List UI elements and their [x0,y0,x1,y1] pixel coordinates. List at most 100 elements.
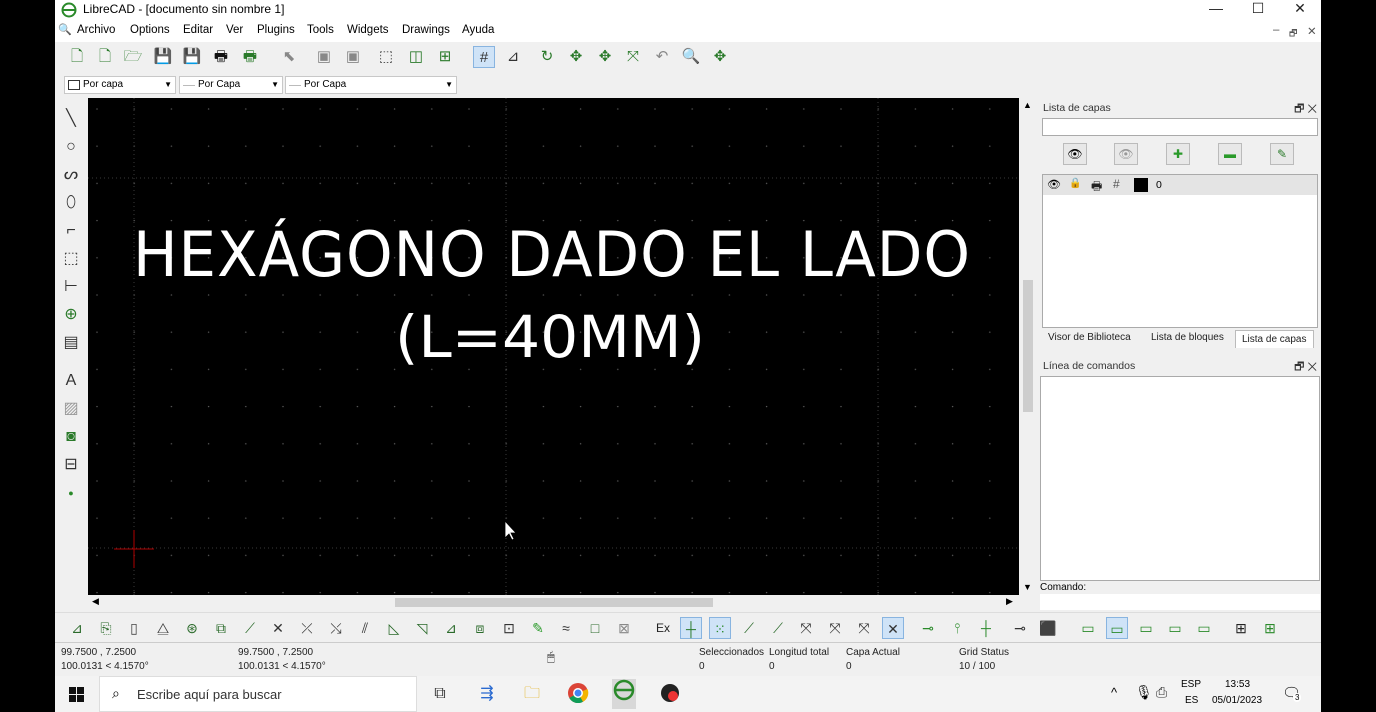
modify-trim2-icon[interactable]: ⤫ [296,617,318,639]
menu-options[interactable]: Options [130,24,170,36]
view-window3-icon[interactable]: ▭ [1164,617,1186,639]
modify-stretch-icon[interactable]: ⧈ [469,617,491,639]
menu-ver[interactable]: Ver [226,24,243,36]
image-tool-icon[interactable]: ◙ [60,426,82,448]
line-type-select[interactable]: Por Capa ▼ [285,76,457,94]
modify-scale-icon[interactable]: ▯ [123,617,145,639]
view-window4-icon[interactable]: ▭ [1193,617,1215,639]
view-window-active-icon[interactable]: ▭ [1106,617,1128,639]
snap-center-icon[interactable]: ⤧ [795,617,817,639]
tab-lista-capas[interactable]: Lista de capas [1235,330,1314,348]
command-input[interactable] [1040,594,1320,610]
tray-chevron-icon[interactable]: ^ [1111,685,1117,700]
view-window-icon[interactable]: ▭ [1077,617,1099,639]
keyboard-layout[interactable]: ES [1185,695,1198,706]
network-icon[interactable]: ⎙ [1156,684,1167,701]
layer-filter-input[interactable] [1042,118,1318,136]
snap-endpoint-icon[interactable]: ⟋ [738,617,760,639]
grid-toggle-icon[interactable]: # [473,46,495,68]
menu-ayuda[interactable]: Ayuda [462,24,494,36]
modify-explode-icon[interactable]: □ [584,617,606,639]
vertical-scroll-thumb[interactable] [1023,280,1033,412]
microphone-icon[interactable]: 🎙 [1135,684,1153,701]
draft-mode-icon[interactable]: ⊿ [502,46,524,68]
recording-app-icon[interactable] [658,682,682,706]
modify-explode-text-icon[interactable]: ≈ [555,617,577,639]
snap-intersection-icon[interactable]: ✕ [882,617,904,639]
scroll-left-icon[interactable]: ◀ [92,596,99,607]
zoom-previous-icon[interactable]: ↶ [651,46,673,68]
print-preview-icon[interactable]: 🖶 [239,46,261,68]
modify-move-rotate-icon[interactable]: ⧉ [210,617,232,639]
scroll-right-icon[interactable]: ▶ [1006,596,1013,607]
redo-icon[interactable]: ▣ [342,46,364,68]
scroll-up-icon[interactable]: ▲ [1023,100,1032,110]
clock-date[interactable]: 05/01/2023 [1212,695,1262,706]
info-tool-icon[interactable]: ▤ [60,332,82,354]
tab-lista-bloques[interactable]: Lista de bloques [1151,332,1224,343]
layer-row[interactable]: 👁 🔒 🖶 # 0 [1043,175,1317,195]
vertical-scrollbar[interactable]: ▲ ▼ [1019,98,1037,595]
mdi-minimize-button[interactable]: – [1273,24,1279,36]
hatch-tool-icon[interactable]: ▨ [60,398,82,420]
modify-attributes-icon[interactable]: ✎ [527,617,549,639]
modify-move-icon[interactable]: ⊿ [66,617,88,639]
color-select[interactable]: Por capa ▼ [64,76,176,94]
modify-bevel-icon[interactable]: ⟋ [239,617,261,639]
layer-visible-icon[interactable]: 👁 [1047,178,1061,191]
modify-round-icon[interactable]: ◹ [411,617,433,639]
dock-float-close-icons[interactable]: 🗗 ✕ [1294,358,1317,377]
lock-relative-zero-icon[interactable]: ⬛ [1037,617,1059,639]
view-window2-icon[interactable]: ▭ [1135,617,1157,639]
open-file-icon[interactable]: 🗁 [122,46,144,68]
horizontal-scroll-thumb[interactable] [395,598,713,607]
add-layer-bottom-icon[interactable]: ⊞ [1230,617,1252,639]
show-all-layers-icon[interactable]: 👁 [1063,143,1087,165]
select-tool-icon[interactable]: ⬚ [60,248,82,270]
librecad-taskbar-icon[interactable] [612,679,636,709]
redraw-icon[interactable]: ↻ [536,46,558,68]
layer-construction-icon[interactable]: # [1113,177,1120,191]
hide-all-layers-icon[interactable]: 👁 [1114,143,1138,165]
chrome-icon[interactable] [566,682,590,706]
relative-zero-icon[interactable]: ⊸ [1009,617,1031,639]
add-block-bottom-icon[interactable]: ⊞ [1259,617,1281,639]
add-layer-icon[interactable]: ✚ [1166,143,1190,165]
menu-drawings[interactable]: Drawings [402,24,450,36]
windows-start-icon[interactable] [69,687,84,702]
layer-print-icon[interactable]: 🖶 [1091,177,1102,198]
print-icon[interactable]: 🖶 [210,46,232,68]
menu-widgets[interactable]: Widgets [347,24,389,36]
zoom-auto-icon[interactable]: ⤧ [622,46,644,68]
snap-on-entity-icon[interactable]: ⟋ [767,617,789,639]
modify-lengthen-icon[interactable]: ⤯ [325,617,347,639]
dimension-tool-icon[interactable]: ⊢ [60,276,82,298]
paste-icon[interactable]: ⊞ [434,46,456,68]
menu-plugins[interactable]: Plugins [257,24,295,36]
exclusive-snap-label[interactable]: Ex [652,617,674,639]
menu-tools[interactable]: Tools [307,24,334,36]
modify-offset-icon[interactable]: ⫽ [354,617,376,639]
zoom-pan-icon[interactable]: ✥ [709,46,731,68]
restrict-vertical-icon[interactable]: ⫯ [946,617,968,639]
zoom-in-icon[interactable]: ✥ [565,46,587,68]
save-icon[interactable]: 💾 [152,46,174,68]
drawing-canvas[interactable]: HEXÁGONO DADO EL LADO (L=40MM) [88,98,1019,595]
horizontal-scrollbar[interactable]: ◀ ▶ [88,595,1019,609]
tab-visor-biblioteca[interactable]: Visor de Biblioteca [1048,332,1131,343]
modify-rotate-icon[interactable]: ⎘ [95,617,117,639]
modify-trim-icon[interactable]: ✕ [267,617,289,639]
line-tool-icon[interactable]: ╲ [60,108,82,130]
undo-icon[interactable]: ▣ [313,46,335,68]
snap-middle-icon[interactable]: ⤧ [824,617,846,639]
clock-time[interactable]: 13:53 [1225,679,1250,690]
polyline-tool-icon[interactable]: ⌐ [60,220,82,242]
curve-tool-icon[interactable]: ᔕ [60,164,82,186]
new-file-icon[interactable]: 🗋 [66,46,88,68]
zoom-window-icon[interactable]: 🔍 [680,46,702,68]
snap-distance-icon[interactable]: ⤧ [853,617,875,639]
modify-delete-icon[interactable]: ⊠ [613,617,635,639]
zoom-out-icon[interactable]: ✥ [594,46,616,68]
close-button[interactable]: ✕ [1279,0,1321,20]
width-select[interactable]: Por Capa ▼ [179,76,283,94]
